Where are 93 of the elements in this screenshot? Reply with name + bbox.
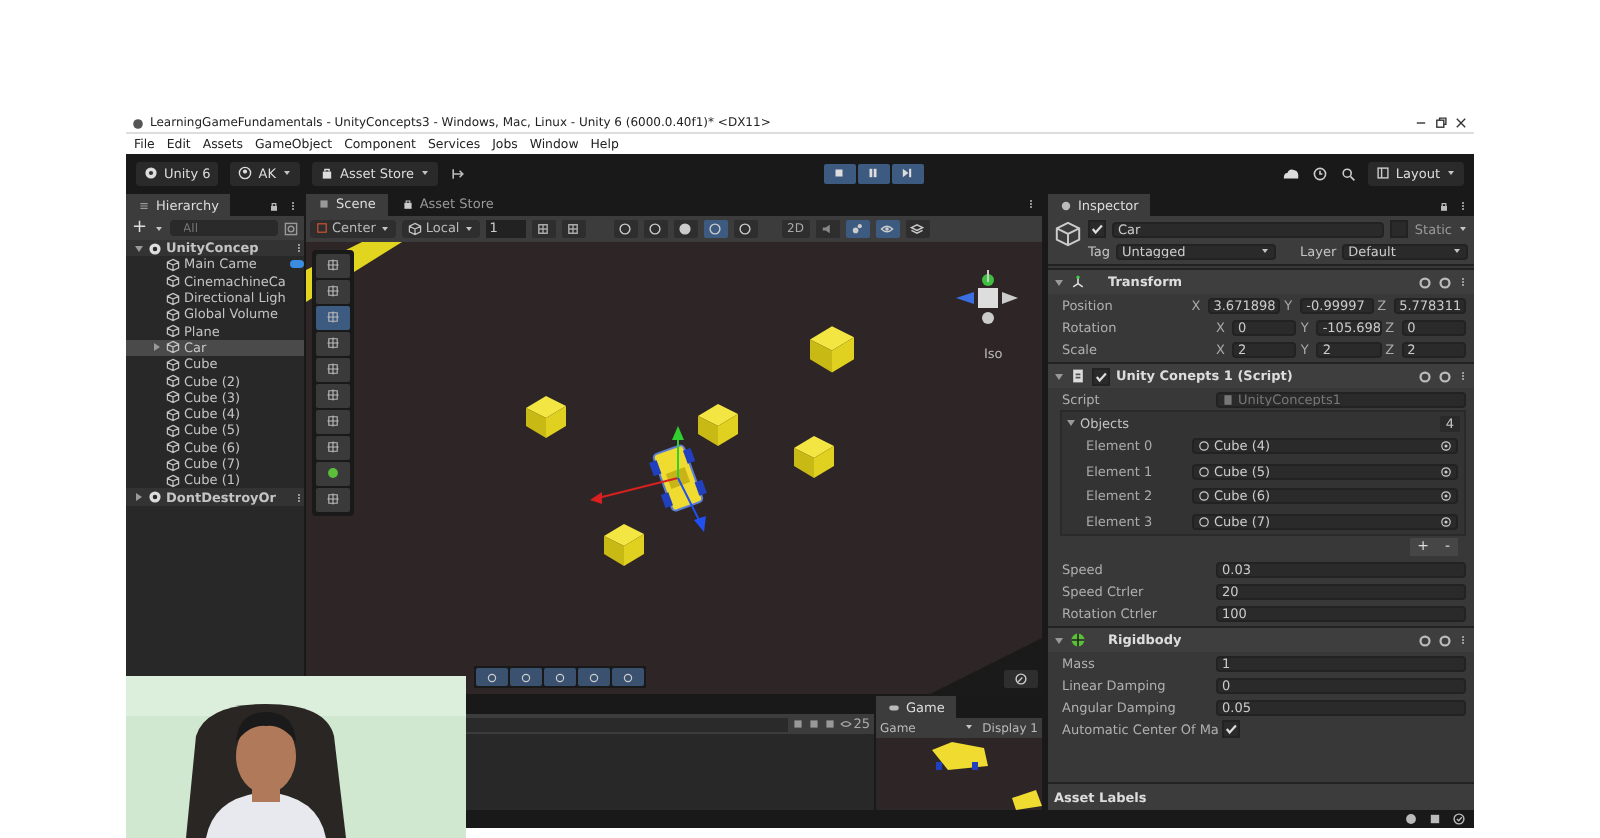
lock-icon[interactable]: [268, 199, 280, 211]
audio-button[interactable]: [815, 219, 840, 238]
static-checkbox[interactable]: [1390, 220, 1409, 238]
effects-icon: [850, 221, 865, 236]
lock-icon[interactable]: [1438, 199, 1450, 211]
version-control-icon[interactable]: [450, 165, 467, 181]
overlay-tool-button[interactable]: [476, 668, 508, 686]
sphere-icon: [326, 466, 340, 481]
pause-button[interactable]: [857, 163, 890, 183]
minimize-icon[interactable]: [1414, 116, 1428, 130]
foldout-arrow-icon[interactable]: [134, 492, 144, 503]
transform-icon: [1070, 274, 1086, 290]
close-icon[interactable]: [1454, 116, 1468, 130]
stop-icon: [832, 166, 847, 180]
layout-icon: [1375, 166, 1390, 180]
script-icon: [1222, 393, 1234, 405]
draw-mode-button[interactable]: [703, 219, 728, 238]
check-icon[interactable]: [1452, 812, 1466, 826]
foldout-arrow-icon[interactable]: [1066, 418, 1076, 428]
list-icon: [138, 199, 150, 211]
overlay-tool-button[interactable]: [612, 668, 644, 686]
tool-button[interactable]: [316, 253, 350, 278]
draw-mode-button[interactable]: [643, 219, 668, 238]
tool-button[interactable]: [316, 435, 350, 460]
tool-button[interactable]: [316, 409, 350, 434]
foldout-arrow-icon[interactable]: [1054, 277, 1064, 287]
effects-button[interactable]: [845, 219, 870, 238]
snap-icon: [566, 221, 581, 236]
cube: [604, 523, 644, 566]
toggle-icon[interactable]: [290, 260, 304, 269]
play-button[interactable]: [823, 163, 856, 183]
caret-icon: [463, 223, 474, 234]
overlay-tool-button[interactable]: [578, 668, 610, 686]
caret-icon: [1458, 224, 1468, 234]
speaker-icon: [820, 221, 835, 236]
search-icon[interactable]: [1339, 165, 1356, 181]
overlay-tool-button[interactable]: [544, 668, 576, 686]
draw-mode-button[interactable]: [733, 219, 758, 238]
checkbox[interactable]: [1222, 720, 1241, 738]
cloud-icon[interactable]: [1281, 164, 1300, 182]
tool-button[interactable]: [316, 279, 350, 304]
visibility-button[interactable]: [875, 219, 900, 238]
active-checkbox[interactable]: [1088, 220, 1106, 238]
gizmos-button[interactable]: [905, 219, 930, 238]
cube: [698, 403, 738, 446]
tool-button[interactable]: [316, 331, 350, 356]
caret-icon: [1260, 246, 1271, 256]
bag-icon: [320, 166, 334, 180]
tool-button[interactable]: [316, 487, 350, 512]
user-icon: [238, 166, 253, 180]
orientation-gizmo[interactable]: [956, 268, 1018, 324]
cube: [526, 395, 566, 438]
restore-icon[interactable]: [1434, 116, 1448, 130]
snap-button[interactable]: [561, 219, 586, 238]
camera-settings-button[interactable]: [1004, 670, 1038, 688]
bag-icon: [401, 198, 414, 211]
step-button[interactable]: [891, 163, 924, 183]
snap-button[interactable]: [531, 219, 556, 238]
tool-button[interactable]: [316, 461, 350, 486]
eye-icon: [880, 221, 895, 236]
cube: [810, 326, 854, 373]
history-icon[interactable]: [1311, 165, 1328, 181]
add-button[interactable]: +: [132, 220, 148, 236]
foldout-arrow-icon[interactable]: [1054, 635, 1064, 645]
unity-scene-icon: [148, 241, 162, 256]
tool-button[interactable]: [316, 305, 350, 330]
overlay-tool-button[interactable]: [510, 668, 542, 686]
caret-icon: [1446, 168, 1456, 178]
script-icon: [1070, 368, 1086, 384]
tool-button[interactable]: [316, 383, 350, 408]
draw-mode-button[interactable]: [673, 219, 698, 238]
caret-icon: [420, 168, 431, 178]
step-icon: [900, 166, 915, 180]
foldout-arrow-icon[interactable]: [152, 342, 162, 353]
draw-mode-button[interactable]: [613, 219, 638, 238]
unity-scene-icon: [148, 490, 162, 505]
tool-button[interactable]: [316, 357, 350, 382]
caret-icon: [1452, 246, 1462, 256]
pause-icon: [866, 166, 881, 180]
caret-icon: [379, 223, 390, 234]
move-gizmo[interactable]: [590, 425, 706, 532]
enabled-checkbox[interactable]: [1092, 367, 1110, 385]
eye-icon: [839, 718, 852, 730]
foldout-arrow-icon[interactable]: [1054, 371, 1064, 381]
cube: [794, 435, 834, 478]
grid-icon: [318, 198, 330, 211]
pivot-icon: [316, 222, 328, 235]
caret-icon: [153, 223, 164, 233]
grid-snap-icon: [536, 221, 551, 236]
caret-icon: [282, 168, 292, 178]
foldout-arrow-icon[interactable]: [134, 243, 144, 254]
sphere-icon: [678, 221, 693, 236]
gamepad-icon: [888, 701, 900, 713]
